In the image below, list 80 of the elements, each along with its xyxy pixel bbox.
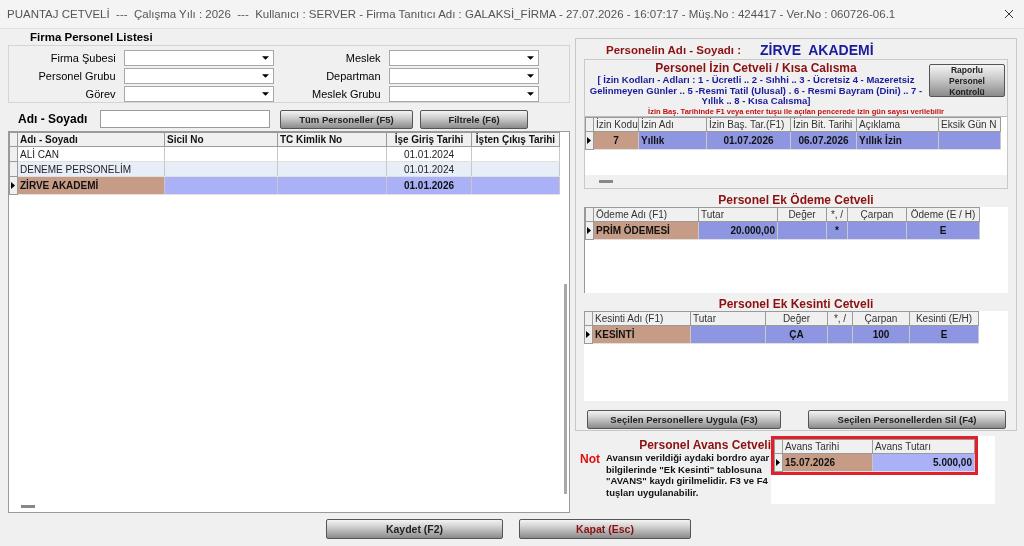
grid-corner: [584, 311, 593, 326]
section-title: Personel Ek Ödeme Cetveli: [717, 193, 875, 207]
column-header[interactable]: *, /: [826, 207, 848, 222]
column-header[interactable]: Kesinti (E/H): [909, 311, 979, 326]
scrollbar-thumb[interactable]: [599, 179, 613, 183]
section-title: Personel Ek Kesinti Cetveli: [717, 297, 875, 311]
caret-icon: [527, 73, 534, 78]
row-indicator[interactable]: [9, 176, 18, 195]
row-pointer-icon: [776, 459, 780, 466]
filter-button[interactable]: Filtrele (F6): [420, 109, 528, 129]
column-header[interactable]: Ödeme Adı (F1): [593, 207, 699, 222]
scrollbar-thumb[interactable]: [564, 284, 567, 495]
row-indicator[interactable]: [585, 221, 594, 240]
report-button[interactable]: Raporlu Personel Kontrolü: [929, 64, 1005, 97]
close-button[interactable]: Kapat (Esc): [519, 519, 691, 539]
row-pointer-icon: [587, 136, 591, 144]
filter-label: Meslek Grubu: [311, 87, 382, 100]
column-header[interactable]: İzin Baş. Tar.(F1): [706, 117, 791, 131]
dropdown-field[interactable]: [388, 67, 539, 84]
caret-icon: [262, 73, 269, 78]
caret-icon: [527, 55, 534, 60]
column-header[interactable]: Avans Tarihi: [782, 439, 873, 454]
row-indicator[interactable]: [584, 325, 593, 344]
column-header[interactable]: Eksik Gün N: [938, 117, 1001, 131]
column-header[interactable]: Çarpan: [847, 207, 907, 222]
dropdown-field[interactable]: [388, 85, 539, 102]
filter-label: Personel Grubu: [37, 69, 117, 82]
scrollbar-thumb[interactable]: [21, 505, 35, 508]
column-header[interactable]: Kesinti Adı (F1): [592, 311, 691, 326]
column-header[interactable]: Açıklama: [856, 117, 939, 131]
dropdown-field[interactable]: [388, 49, 539, 66]
row-pointer-icon: [11, 182, 15, 190]
note-text: Avansın verildiği aydaki bordro ayar bilgilerinde "Ek Kesinti" tablosuna "AVANS" kaydı girilmelidir. F3 ve F4 tuşları uygulanabilir.: [606, 452, 771, 498]
column-header[interactable]: Adı - Soyadı: [17, 132, 165, 147]
column-header[interactable]: Değer: [777, 207, 827, 222]
caret-icon: [527, 91, 534, 96]
apply-button[interactable]: Seçilen Personellere Uygula (F3): [587, 410, 781, 429]
column-header[interactable]: Tutar: [698, 207, 778, 222]
leave-codes-legend: [ İzin Kodları - Adları : 1 - Ücretli .. 2 - Sıhhi .. 3 - Ücretsiz 4 - Mazeretsiz Gelinmeyen Günler .. 5 -Resmi Tatil (Ulusal) . 6 - Resmi Bayram (Dini) .. 7 - Yıllık .. 8 - Kısa Calısma]: [585, 75, 927, 107]
grid-corner: [774, 439, 783, 454]
column-header[interactable]: Çarpan: [852, 311, 910, 326]
column-header[interactable]: Tutar: [690, 311, 766, 326]
column-header[interactable]: İşe Giriş Tarihi: [386, 132, 472, 147]
close-icon[interactable]: [1004, 9, 1014, 19]
section-title: Personel Avans Cetveli: [638, 438, 771, 452]
row-pointer-icon: [586, 331, 590, 338]
dropdown-field[interactable]: [123, 49, 274, 66]
caret-icon: [262, 55, 269, 60]
section-title: Personel İzin Cetveli / Kısa Calısma: [654, 61, 858, 75]
column-header[interactable]: Ödeme (E / H): [906, 207, 980, 222]
caret-icon: [262, 91, 269, 96]
column-header[interactable]: *, /: [827, 311, 853, 326]
column-header[interactable]: İşten Çıkış Tarihi: [471, 132, 560, 147]
filter-label: Departman: [325, 69, 382, 82]
column-header[interactable]: İzin Adı: [638, 117, 707, 131]
search-field[interactable]: [100, 110, 270, 129]
column-header[interactable]: İzin Bit. Tarihi: [790, 117, 857, 131]
grid-corner: [585, 117, 594, 131]
remove-button[interactable]: Seçilen Personellerden Sil (F4): [808, 410, 1006, 429]
dropdown-field[interactable]: [123, 85, 274, 102]
save-button[interactable]: Kaydet (F2): [326, 519, 503, 539]
dropdown-field[interactable]: [123, 67, 274, 84]
row-indicator[interactable]: [774, 453, 783, 472]
person-label: Personelin Adı - Soyadı :: [606, 44, 743, 56]
all-staff-button[interactable]: Tüm Personeller (F5): [280, 109, 413, 129]
column-header[interactable]: TC Kimlik No: [277, 132, 387, 147]
search-label: Adı - Soyadı: [17, 112, 89, 127]
column-header[interactable]: Sicil No: [164, 132, 278, 147]
note-label: Not: [580, 452, 600, 468]
row-pointer-icon: [587, 227, 591, 234]
row-indicator[interactable]: [585, 131, 594, 149]
filter-label: Görev: [84, 87, 117, 100]
column-header[interactable]: Değer: [765, 311, 828, 326]
column-header[interactable]: Avans Tutarı: [872, 439, 975, 454]
person-name: ZİRVE AKADEMİ: [760, 42, 874, 58]
window-title: PUANTAJ CETVELİ --- Çalışma Yılı : 2026 --- Kullanıcı : SERVER - Firma Tanıtıcı Adı : GALAKSİ_FİRMA - 27.07.2026 - 16:07:17 - Müş.No : 424417 - Ver.No : 060726-06.1: [7, 8, 896, 20]
column-header[interactable]: İzin Kodu: [593, 117, 639, 131]
section-title: Firma Personel Listesi: [30, 31, 154, 44]
filter-label: Meslek: [344, 51, 382, 64]
filter-label: Firma Şubesi: [49, 51, 117, 64]
